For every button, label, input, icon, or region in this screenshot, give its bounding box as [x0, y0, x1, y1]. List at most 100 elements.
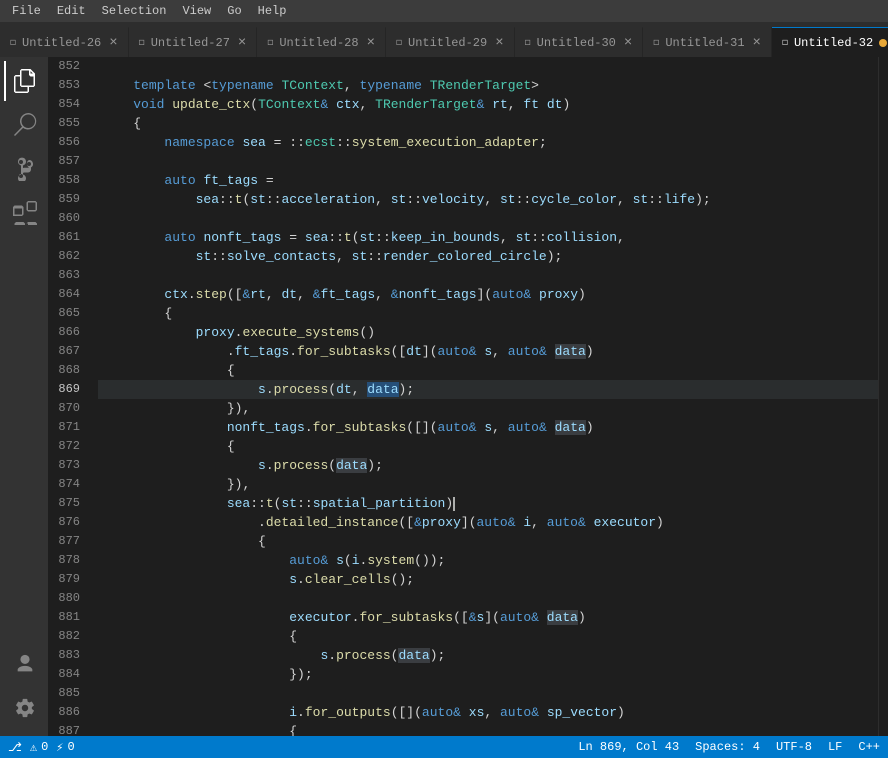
code-line-873: s.process(data);: [98, 456, 878, 475]
code-line-862: st::solve_contacts, st::render_colored_c…: [98, 247, 878, 266]
file-icon: ◻: [267, 37, 273, 49]
code-lines[interactable]: template <typename TContext, typename TR…: [98, 57, 878, 736]
line-num: 882: [48, 627, 90, 646]
line-num: 858: [48, 171, 90, 190]
line-num: 870: [48, 399, 90, 418]
code-line-858: auto ft_tags =: [98, 171, 878, 190]
line-num: 852: [48, 57, 90, 76]
tab-label: Untitled-32: [794, 36, 873, 50]
code-line-861: auto nonft_tags = sea::t(st::keep_in_bou…: [98, 228, 878, 247]
tab-untitled-30[interactable]: ◻ Untitled-30 ×: [515, 27, 644, 57]
tab-untitled-28[interactable]: ◻ Untitled-28 ×: [257, 27, 386, 57]
status-left: ⎇ ⚠ 0 ⚡ 0: [8, 740, 75, 755]
tab-close-icon[interactable]: ×: [624, 35, 632, 51]
code-line-878: auto& s(i.system());: [98, 551, 878, 570]
warning-count: 0: [68, 740, 75, 754]
cursor-position[interactable]: Ln 869, Col 43: [578, 740, 679, 754]
line-num: 874: [48, 475, 90, 494]
file-icon: ◻: [653, 37, 659, 49]
branch-status[interactable]: ⎇: [8, 740, 22, 755]
tab-untitled-32[interactable]: ◻ Untitled-32: [772, 27, 888, 57]
menu-file[interactable]: File: [4, 2, 49, 20]
tab-untitled-26[interactable]: ◻ Untitled-26 ×: [0, 27, 129, 57]
code-content[interactable]: 852 853 854 855 856 857 858 859 860 861 …: [48, 57, 888, 736]
code-line-856: namespace sea = ::ecst::system_execution…: [98, 133, 878, 152]
tab-close-icon[interactable]: ×: [753, 35, 761, 51]
code-line-854: void update_ctx(TContext& ctx, TRenderTa…: [98, 95, 878, 114]
menu-edit[interactable]: Edit: [49, 2, 94, 20]
line-num: 879: [48, 570, 90, 589]
tab-close-icon[interactable]: ×: [495, 35, 503, 51]
source-control-icon[interactable]: [4, 149, 44, 189]
line-num-current: 869: [48, 380, 90, 399]
code-line-869: s.process(dt, data);: [98, 380, 878, 399]
menu-selection[interactable]: Selection: [94, 2, 175, 20]
line-num: 865: [48, 304, 90, 323]
line-num: 863: [48, 266, 90, 285]
file-icon: ◻: [10, 37, 16, 49]
code-line-865: {: [98, 304, 878, 323]
code-line-872: {: [98, 437, 878, 456]
tab-close-icon[interactable]: ×: [238, 35, 246, 51]
code-line-879: s.clear_cells();: [98, 570, 878, 589]
code-editor[interactable]: 852 853 854 855 856 857 858 859 860 861 …: [48, 57, 888, 736]
tab-label: Untitled-26: [22, 36, 101, 50]
cursor-position-label: Ln 869, Col 43: [578, 740, 679, 754]
code-line-881: executor.for_subtasks([&s](auto& data): [98, 608, 878, 627]
warning-icon: ⚡: [56, 740, 63, 755]
line-ending-label: LF: [828, 740, 842, 754]
tab-untitled-27[interactable]: ◻ Untitled-27 ×: [129, 27, 258, 57]
error-icon: ⚠: [30, 740, 37, 755]
activity-bar: [0, 57, 48, 736]
code-line-887: {: [98, 722, 878, 736]
indentation[interactable]: Spaces: 4: [695, 740, 760, 754]
file-icon: ◻: [396, 37, 402, 49]
settings-icon[interactable]: [4, 688, 44, 728]
code-line-864: ctx.step([&rt, dt, &ft_tags, &nonft_tags…: [98, 285, 878, 304]
code-line-874: }),: [98, 475, 878, 494]
code-line-853: template <typename TContext, typename TR…: [98, 76, 878, 95]
code-line-877: {: [98, 532, 878, 551]
file-icon: ◻: [525, 37, 531, 49]
encoding-label: UTF-8: [776, 740, 812, 754]
code-line-871: nonft_tags.for_subtasks([](auto& s, auto…: [98, 418, 878, 437]
search-icon[interactable]: [4, 105, 44, 145]
line-num: 853: [48, 76, 90, 95]
error-status[interactable]: ⚠ 0: [30, 740, 48, 755]
code-line-866: proxy.execute_systems(): [98, 323, 878, 342]
encoding[interactable]: UTF-8: [776, 740, 812, 754]
tab-close-icon[interactable]: ×: [367, 35, 375, 51]
branch-icon: ⎇: [8, 740, 22, 755]
menu-view[interactable]: View: [174, 2, 219, 20]
line-num: 876: [48, 513, 90, 532]
line-num: 873: [48, 456, 90, 475]
tab-label: Untitled-28: [279, 36, 358, 50]
tab-untitled-31[interactable]: ◻ Untitled-31 ×: [643, 27, 772, 57]
line-num: 887: [48, 722, 90, 736]
code-line-883: s.process(data);: [98, 646, 878, 665]
code-line-868: {: [98, 361, 878, 380]
line-ending[interactable]: LF: [828, 740, 842, 754]
account-icon[interactable]: [4, 644, 44, 684]
language-label: C++: [858, 740, 880, 754]
line-num: 856: [48, 133, 90, 152]
code-line-875: sea::t(st::spatial_partition): [98, 494, 878, 513]
explorer-icon[interactable]: [4, 61, 44, 101]
menu-go[interactable]: Go: [219, 2, 249, 20]
code-line-884: });: [98, 665, 878, 684]
indentation-label: Spaces: 4: [695, 740, 760, 754]
minimap[interactable]: [878, 57, 888, 736]
warning-status[interactable]: ⚡ 0: [56, 740, 74, 755]
line-num: 871: [48, 418, 90, 437]
editor-layout: 852 853 854 855 856 857 858 859 860 861 …: [0, 57, 888, 736]
language-mode[interactable]: C++: [858, 740, 880, 754]
tab-label: Untitled-31: [665, 36, 744, 50]
line-num: 875: [48, 494, 90, 513]
tab-close-icon[interactable]: ×: [109, 35, 117, 51]
code-line-882: {: [98, 627, 878, 646]
extensions-icon[interactable]: [4, 193, 44, 233]
code-line-852: [98, 57, 878, 76]
menu-help[interactable]: Help: [250, 2, 295, 20]
code-line-863: [98, 266, 878, 285]
tab-untitled-29[interactable]: ◻ Untitled-29 ×: [386, 27, 515, 57]
